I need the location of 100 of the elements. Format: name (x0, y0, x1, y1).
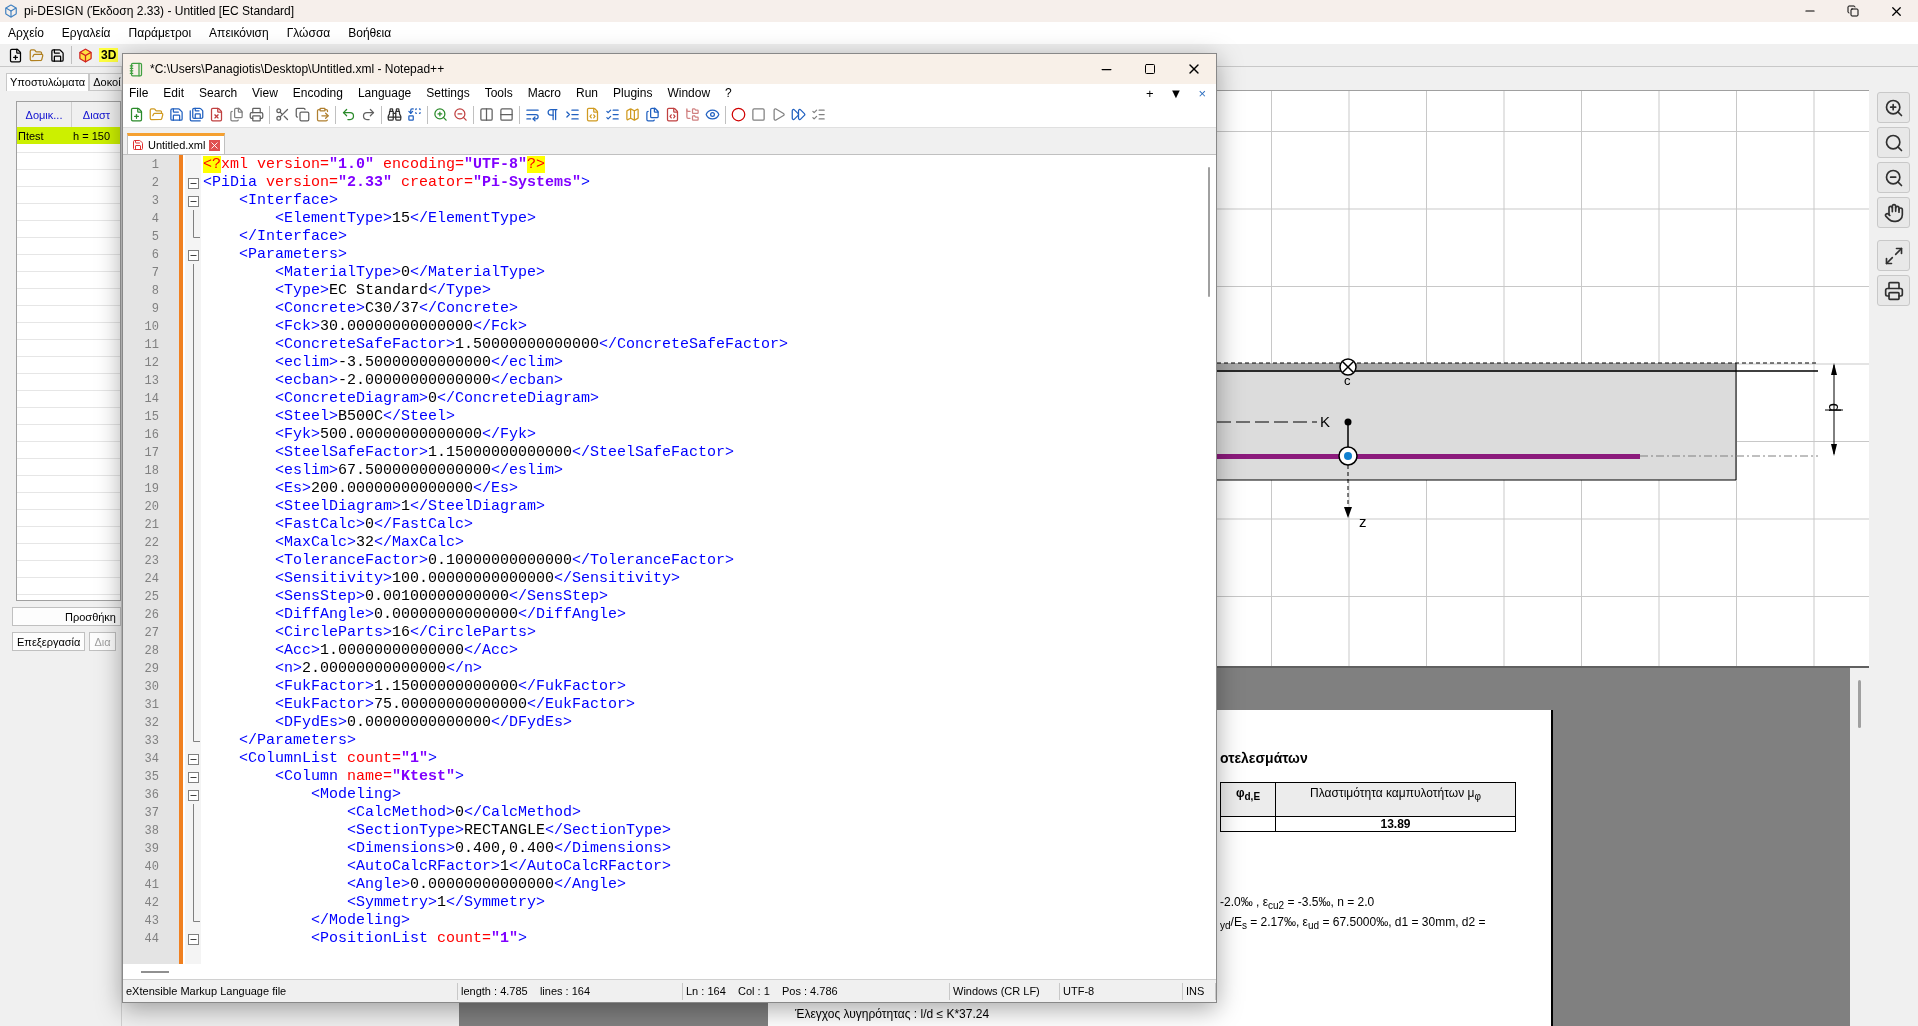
line-number: 24 (143, 571, 160, 588)
files-icon[interactable] (229, 107, 244, 122)
menu-item[interactable]: ? (725, 86, 732, 100)
code-line: <Es>200.00000000000000</Es> (274, 480, 519, 498)
tool-button[interactable] (1877, 127, 1910, 158)
zoom-in-icon (1883, 97, 1904, 118)
menu-item[interactable]: Encoding (292, 86, 343, 100)
table-row[interactable]: Πtest h = 150 (17, 127, 120, 144)
zoom-in-icon[interactable] (433, 107, 448, 122)
fold-end-icon (192, 732, 200, 742)
code-line: <CalcMethod>0</CalcMethod> (346, 804, 582, 822)
fold-minus-icon[interactable] (187, 754, 199, 765)
dimension-label: d (1826, 403, 1843, 412)
code-line: <ConcreteSafeFactor>1.50000000000000</ConcreteSafeFactor> (274, 336, 789, 354)
menu-item[interactable]: Settings (426, 86, 470, 100)
line-number: 26 (143, 607, 160, 624)
menu-item[interactable]: Plugins (613, 86, 653, 100)
fold-minus-icon[interactable] (187, 196, 199, 207)
documents-icon[interactable] (645, 107, 660, 122)
columns-icon[interactable] (479, 107, 494, 122)
tool-button[interactable] (1877, 275, 1910, 306)
line-number: 11 (143, 337, 160, 354)
file-tab[interactable]: Untitled.xml (127, 133, 226, 154)
rows-icon[interactable] (499, 107, 514, 122)
tool-button[interactable] (1877, 240, 1910, 271)
menu-item[interactable]: Βοήθεια (348, 26, 392, 40)
menu-item[interactable]: Language (357, 86, 412, 100)
wrap-icon[interactable] (525, 107, 540, 122)
restore-icon[interactable] (1847, 5, 1859, 17)
fold-minus-icon[interactable] (187, 790, 199, 801)
menu-item[interactable]: Αρχείο (8, 26, 44, 40)
play-icon[interactable] (771, 107, 786, 122)
stop-icon[interactable] (751, 107, 766, 122)
menu-item[interactable]: Window (667, 86, 711, 100)
function-list-icon[interactable] (665, 107, 680, 122)
record-icon[interactable] (731, 107, 746, 122)
line-number: 22 (143, 535, 160, 552)
new-file-icon[interactable] (8, 47, 23, 63)
print-icon[interactable] (249, 107, 264, 122)
code-line: <PiDia version="2.33" creator="Pi-Systems"> (203, 174, 591, 192)
menu-item[interactable]: File (129, 86, 149, 100)
folder-icon[interactable] (685, 107, 700, 122)
code-line: <ColumnList count="1"> (238, 750, 438, 768)
menu-item[interactable]: Γλώσσα (286, 26, 331, 40)
tool-button[interactable] (1877, 92, 1910, 123)
menu-item[interactable]: Edit (163, 86, 185, 100)
line-number: 1 (150, 157, 160, 174)
code-line: <Steel>B500C</Steel> (274, 408, 456, 426)
line-number: 19 (143, 481, 160, 498)
save-all-icon[interactable] (189, 107, 204, 122)
menu-button[interactable]: + (1145, 85, 1154, 101)
open-folder-icon[interactable] (29, 47, 44, 63)
fold-minus-icon[interactable] (187, 250, 199, 261)
add-button[interactable]: Προσθήκη (12, 607, 121, 626)
cut-icon[interactable] (275, 107, 290, 122)
menu-button[interactable]: × (1198, 85, 1206, 101)
code-line: <SteelDiagram>1</SteelDiagram> (274, 498, 546, 516)
panel-tab[interactable]: Δοκοί (89, 73, 125, 91)
edit-button[interactable]: Επεξεργασία (12, 632, 86, 651)
fold-minus-icon[interactable] (187, 772, 199, 783)
macro-list-icon[interactable] (811, 107, 826, 122)
list-icon[interactable] (605, 107, 620, 122)
pilcrow-icon[interactable] (545, 107, 560, 122)
save-icon[interactable] (169, 107, 184, 122)
menu-item[interactable]: Απεικόνιση (209, 26, 269, 40)
panel-tab[interactable]: Υποστυλώματα (6, 73, 90, 91)
scrollbar[interactable] (1850, 668, 1869, 1026)
zoom-out-icon[interactable] (453, 107, 468, 122)
menu-item[interactable]: Search (199, 86, 238, 100)
line-number: 25 (143, 589, 160, 606)
paste-icon[interactable] (315, 107, 330, 122)
menu-item[interactable]: Εργαλεία (61, 26, 111, 40)
maximize-icon[interactable] (1144, 63, 1156, 75)
redo-icon[interactable] (361, 107, 376, 122)
code-line: <ToleranceFactor>0.10000000000000</ToleranceFactor> (274, 552, 735, 570)
menu-button[interactable]: ▼ (1169, 85, 1183, 101)
code-line: <Symmetry>1</Symmetry> (346, 894, 546, 912)
find-icon[interactable] (387, 107, 402, 122)
fold-minus-icon[interactable] (187, 934, 199, 945)
axis-label: z (1359, 513, 1367, 530)
indent-icon[interactable] (565, 107, 580, 122)
3d-view-button[interactable]: 3D (99, 48, 119, 62)
menu-item[interactable]: Run (576, 86, 599, 100)
menu-item[interactable]: Tools (484, 86, 513, 100)
menu-item[interactable]: View (252, 86, 278, 100)
replace-icon[interactable] (407, 107, 422, 122)
cube-icon[interactable] (78, 47, 93, 63)
fold-minus-icon[interactable] (187, 178, 199, 189)
menu-item[interactable]: Macro (527, 86, 561, 100)
tool-button[interactable] (1877, 162, 1910, 193)
line-number: 36 (143, 787, 160, 804)
close-file-icon[interactable] (209, 107, 224, 122)
tool-button[interactable] (1877, 197, 1910, 228)
fast-forward-icon[interactable] (791, 107, 806, 122)
menu-item[interactable]: Παράμετροι (128, 26, 192, 40)
copy-icon[interactable] (295, 107, 310, 122)
eye-icon[interactable] (705, 107, 720, 122)
scrollbar[interactable] (123, 964, 1216, 979)
save-icon[interactable] (50, 47, 65, 63)
undo-icon[interactable] (341, 107, 356, 122)
